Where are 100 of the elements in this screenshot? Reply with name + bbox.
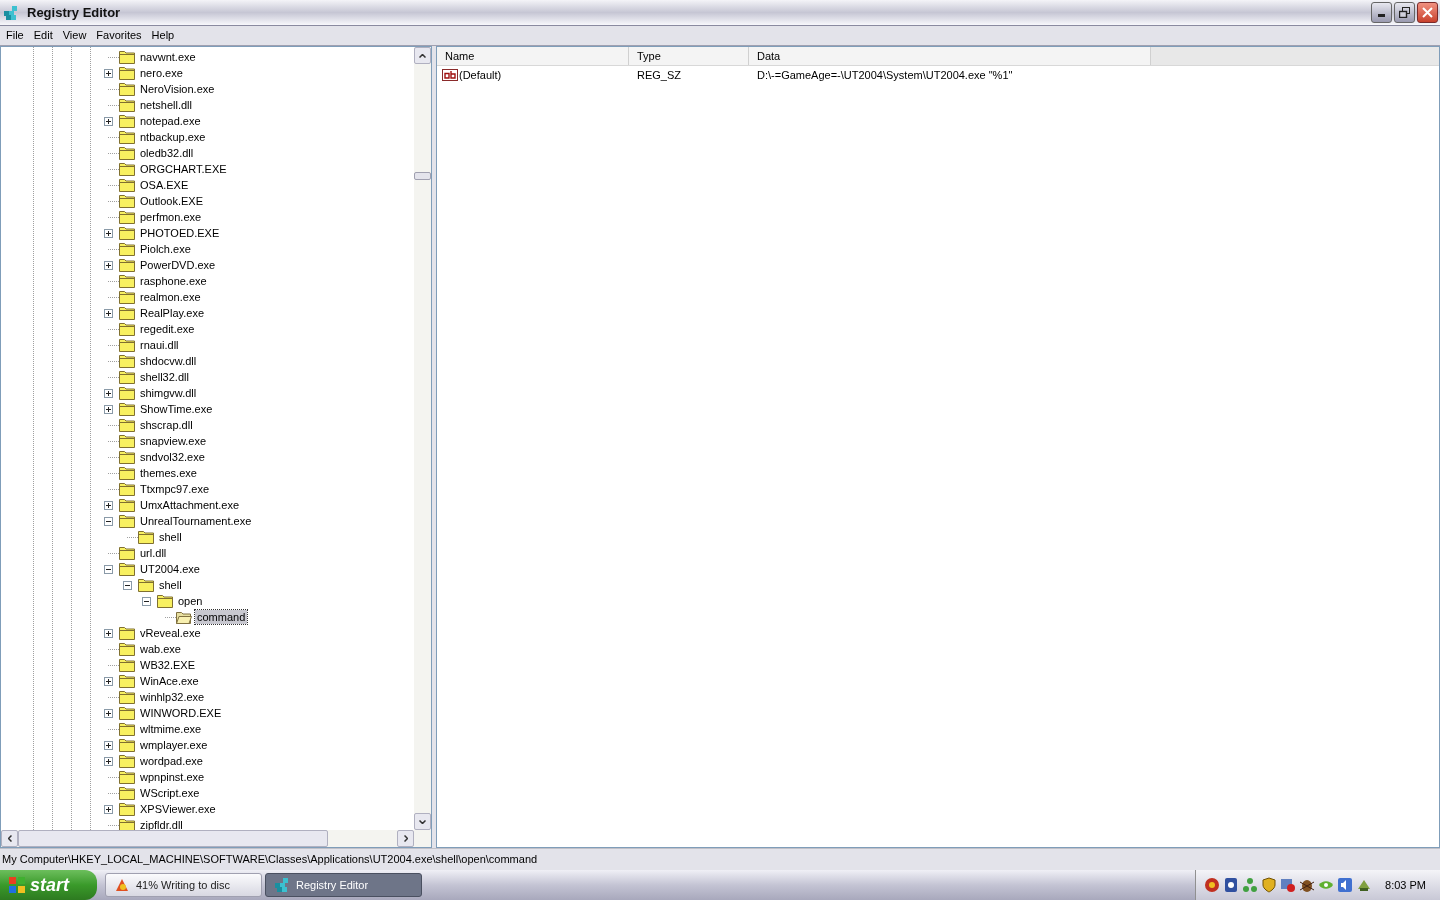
tree-item[interactable]: wmplayer.exe <box>138 738 210 752</box>
tree-item[interactable]: vReveal.exe <box>138 626 203 640</box>
tree-item[interactable]: PHOTOED.EXE <box>138 226 222 240</box>
value-name[interactable]: (Default) <box>459 67 502 84</box>
menu-item[interactable]: Edit <box>28 26 58 45</box>
tree-item[interactable]: ORGCHART.EXE <box>138 162 229 176</box>
column-header[interactable]: Type <box>629 47 749 65</box>
tree-item[interactable]: regedit.exe <box>138 322 197 336</box>
collapse-icon[interactable] <box>123 580 132 590</box>
tree-item[interactable]: command <box>195 610 248 624</box>
start-button[interactable]: start <box>0 870 97 900</box>
tree-item[interactable]: shscrap.dll <box>138 418 195 432</box>
tree-item[interactable]: PowerDVD.exe <box>138 258 218 272</box>
expand-icon[interactable] <box>104 500 113 510</box>
expand-icon[interactable] <box>104 116 113 126</box>
expand-icon[interactable] <box>104 388 113 398</box>
expand-icon[interactable] <box>104 676 113 686</box>
tree-item[interactable]: UT2004.exe <box>138 562 202 576</box>
tree-item[interactable]: open <box>176 594 205 608</box>
scroll-right-button[interactable] <box>397 830 414 847</box>
tree-item[interactable]: Ttxmpc97.exe <box>138 482 212 496</box>
tree-item[interactable]: wpnpinst.exe <box>138 770 207 784</box>
scroll-up-button[interactable] <box>414 47 431 64</box>
tree-item[interactable]: wordpad.exe <box>138 754 205 768</box>
taskbar-button[interactable]: Registry Editor <box>265 873 422 897</box>
tree-item[interactable]: themes.exe <box>138 466 199 480</box>
folder-icon <box>138 530 154 544</box>
folder-icon <box>119 130 135 144</box>
tree-item[interactable]: UnrealTournament.exe <box>138 514 254 528</box>
shield-icon[interactable] <box>1261 877 1278 893</box>
tree-item[interactable]: shell <box>157 578 184 592</box>
tree-item[interactable]: oledb32.dll <box>138 146 196 160</box>
tree-item[interactable]: nero.exe <box>138 66 185 80</box>
tree-item[interactable]: shell <box>157 530 184 544</box>
tree-item[interactable]: OSA.EXE <box>138 178 191 192</box>
minimize-button[interactable] <box>1371 2 1392 23</box>
tree-item[interactable]: navwnt.exe <box>138 50 198 64</box>
scroll-left-button[interactable] <box>1 830 18 847</box>
menu-item[interactable]: File <box>1 26 29 45</box>
tree-item[interactable]: shdocvw.dll <box>138 354 199 368</box>
tree-item[interactable]: wab.exe <box>138 642 183 656</box>
tray-icon[interactable] <box>1280 877 1297 893</box>
taskbar-button[interactable]: 41% Writing to disc <box>105 873 262 897</box>
menu-item[interactable]: Favorites <box>91 26 147 45</box>
expand-icon[interactable] <box>104 260 113 270</box>
tree-item[interactable]: notepad.exe <box>138 114 203 128</box>
vertical-scrollbar[interactable] <box>414 47 431 830</box>
expand-icon[interactable] <box>104 804 113 814</box>
expand-icon[interactable] <box>104 628 113 638</box>
horizontal-scrollbar[interactable] <box>1 830 431 847</box>
collapse-icon[interactable] <box>104 564 113 574</box>
tree-item[interactable]: wltmime.exe <box>138 722 204 736</box>
menu-item[interactable]: View <box>57 26 92 45</box>
tree-item[interactable]: NeroVision.exe <box>138 82 217 96</box>
expand-icon[interactable] <box>104 308 113 318</box>
expand-icon[interactable] <box>104 228 113 238</box>
expand-icon[interactable] <box>104 68 113 78</box>
expand-icon[interactable] <box>104 756 113 766</box>
expand-icon[interactable] <box>104 740 113 750</box>
up-chevron-icon <box>419 53 426 58</box>
scroll-thumb[interactable] <box>18 830 328 847</box>
tree-item[interactable]: WScript.exe <box>138 786 202 800</box>
tree-item[interactable]: Outlook.EXE <box>138 194 205 208</box>
tree-item[interactable]: WINWORD.EXE <box>138 706 224 720</box>
close-button[interactable] <box>1417 2 1438 23</box>
tree-item[interactable]: netshell.dll <box>138 98 194 112</box>
restore-button[interactable] <box>1394 2 1415 23</box>
tree-item[interactable]: WinAce.exe <box>138 674 201 688</box>
clock[interactable]: 8:03 PM <box>1385 876 1426 894</box>
tray-icon[interactable] <box>1223 877 1240 893</box>
tree-item[interactable]: RealPlay.exe <box>138 306 206 320</box>
tree-item[interactable]: WB32.EXE <box>138 658 198 672</box>
expand-icon[interactable] <box>104 404 113 414</box>
tree-item[interactable]: rnaui.dll <box>138 338 181 352</box>
expand-icon[interactable] <box>104 708 113 718</box>
tree-item[interactable]: shell32.dll <box>138 370 191 384</box>
scroll-down-button[interactable] <box>414 813 431 830</box>
speaker-icon[interactable] <box>1337 877 1354 893</box>
tree-item[interactable]: sndvol32.exe <box>138 450 207 464</box>
tree-item[interactable]: ntbackup.exe <box>138 130 208 144</box>
tray-icon[interactable] <box>1204 877 1221 893</box>
bug-icon[interactable] <box>1299 877 1316 893</box>
tree-item[interactable]: shimgvw.dll <box>138 386 199 400</box>
menu-item[interactable]: Help <box>146 26 180 45</box>
tree-item[interactable]: ShowTime.exe <box>138 402 215 416</box>
tree-item[interactable]: url.dll <box>138 546 169 560</box>
tree-item[interactable]: rasphone.exe <box>138 274 209 288</box>
collapse-icon[interactable] <box>104 516 113 526</box>
tree-item[interactable]: Piolch.exe <box>138 242 193 256</box>
tree-item[interactable]: winhlp32.exe <box>138 690 207 704</box>
value-data: D:\-=GameAge=-\UT2004\System\UT2004.exe "%1" <box>756 68 1013 84</box>
tree-item[interactable]: XPSViewer.exe <box>138 802 218 816</box>
scroll-thumb[interactable] <box>414 172 431 180</box>
tree-item[interactable]: snapview.exe <box>138 434 209 448</box>
collapse-icon[interactable] <box>142 596 151 606</box>
column-header[interactable]: Name <box>437 47 629 65</box>
tree-item[interactable]: realmon.exe <box>138 290 203 304</box>
folder-icon <box>119 274 135 288</box>
tree-item[interactable]: UmxAttachment.exe <box>138 498 242 512</box>
tree-item[interactable]: perfmon.exe <box>138 210 204 224</box>
